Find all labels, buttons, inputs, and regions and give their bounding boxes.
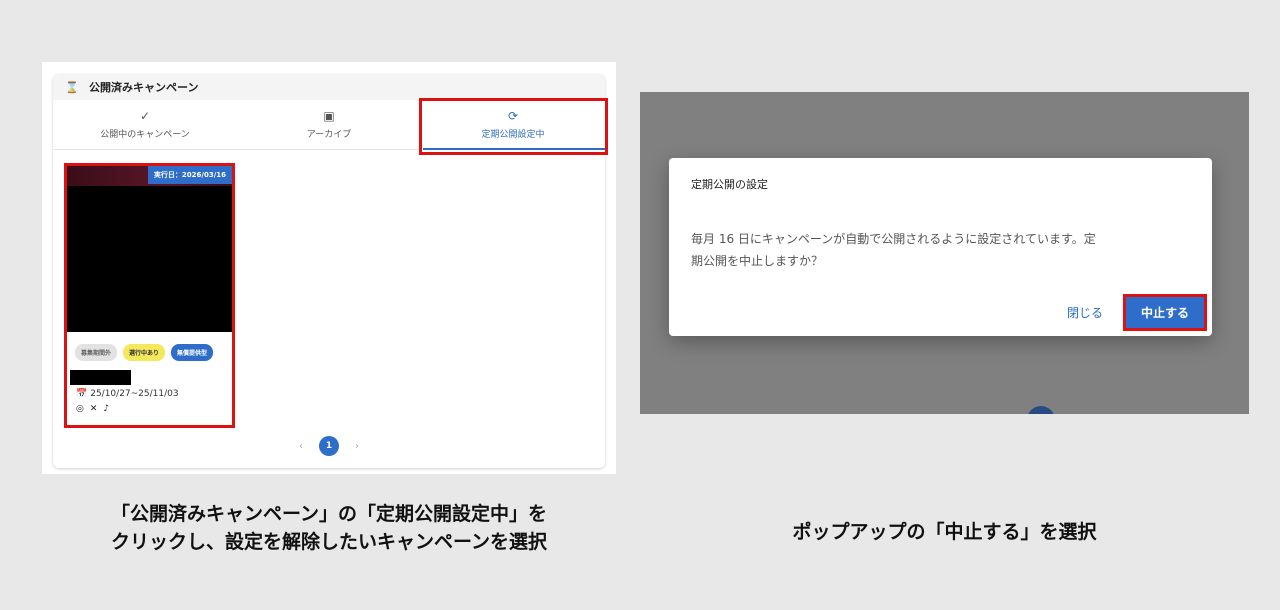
stop-button[interactable]: 中止する	[1126, 297, 1204, 328]
tab-archive-label: アーカイブ	[306, 130, 352, 140]
dialog-title: 定期公開の設定	[691, 178, 768, 191]
tag-list: 募集期間外 選行中あり 無償提供型	[67, 332, 232, 361]
status-badge: 選行中あり	[123, 344, 166, 361]
archive-icon: ▣	[323, 109, 335, 123]
calendar-icon: 📅	[76, 389, 88, 399]
check-icon: ✓	[139, 109, 151, 123]
prev-page-button[interactable]: ‹	[299, 441, 303, 452]
page-number-button[interactable]: 1	[319, 436, 339, 456]
sync-icon: ⟳	[507, 109, 519, 123]
dialog-message-line2: 期公開を中止しますか？	[691, 254, 824, 268]
tiktok-icon: ♪	[103, 404, 110, 414]
tab-published[interactable]: ✓ 公開中のキャンペーン	[53, 100, 237, 149]
instagram-icon: ◎	[76, 404, 84, 414]
hourglass-icon: ⌛	[65, 80, 79, 94]
campaign-card[interactable]: 実行日：2026/03/16 募集期間外 選行中あり 無償提供型 📅 25/10…	[64, 163, 235, 428]
left-caption-line2: クリックし、設定を解除したいキャンペーンを選択	[110, 531, 548, 553]
campaign-thumbnail	[67, 186, 232, 332]
left-caption: 「公開済みキャンペーン」の「定期公開設定中」を クリックし、設定を解除したいキャ…	[42, 500, 616, 556]
execution-date-badge: 実行日：2026/03/16	[147, 166, 232, 184]
type-badge: 無償提供型	[171, 344, 214, 361]
period-text: 25/10/27~25/11/03	[90, 389, 179, 399]
schedule-dialog: 定期公開の設定 毎月 16 日にキャンペーンが自動で公開されるように設定されてい…	[669, 158, 1212, 336]
tab-archive[interactable]: ▣ アーカイブ	[237, 100, 421, 149]
tab-bar: ✓ 公開中のキャンペーン ▣ アーカイブ ⟳ 定期公開設定中	[53, 100, 605, 150]
x-icon: ✕	[89, 404, 98, 414]
background-page-button	[1027, 406, 1055, 414]
status-badge: 募集期間外	[75, 344, 118, 361]
tab-published-label: 公開中のキャンペーン	[100, 130, 190, 140]
right-caption: ポップアップの「中止する」を選択	[792, 521, 1097, 543]
dialog-message: 毎月 16 日にキャンペーンが自動で公開されるように設定されています。定 期公開…	[691, 228, 1191, 272]
next-page-button[interactable]: ›	[355, 441, 359, 452]
tab-scheduled[interactable]: ⟳ 定期公開設定中	[421, 100, 605, 149]
card-header: ⌛ 公開済みキャンペーン	[53, 74, 605, 100]
left-screenshot: ⌛ 公開済みキャンペーン ✓ 公開中のキャンペーン ▣ アーカイブ ⟳ 定期公開…	[42, 62, 616, 474]
card-title: 公開済みキャンペーン	[89, 81, 199, 94]
left-caption-line1: 「公開済みキャンペーン」の「定期公開設定中」を	[110, 503, 548, 525]
right-screenshot: 定期公開の設定 毎月 16 日にキャンペーンが自動で公開されるように設定されてい…	[640, 92, 1249, 414]
close-button[interactable]: 閉じる	[1067, 304, 1103, 321]
thumbnail-header: 実行日：2026/03/16	[67, 166, 232, 186]
dialog-message-line1: 毎月 16 日にキャンペーンが自動で公開されるように設定されています。定	[691, 232, 1096, 246]
campaign-period: 📅 25/10/27~25/11/03	[76, 389, 232, 399]
social-icons: ◎ ✕ ♪	[76, 404, 232, 414]
active-tab-indicator	[423, 148, 605, 150]
published-campaigns-card: ⌛ 公開済みキャンペーン ✓ 公開中のキャンペーン ▣ アーカイブ ⟳ 定期公開…	[53, 74, 608, 468]
tab-scheduled-label: 定期公開設定中	[481, 130, 545, 140]
pagination: ‹ 1 ›	[53, 436, 605, 456]
redacted-title	[70, 370, 131, 385]
stop-button-highlight: 中止する	[1123, 294, 1207, 331]
